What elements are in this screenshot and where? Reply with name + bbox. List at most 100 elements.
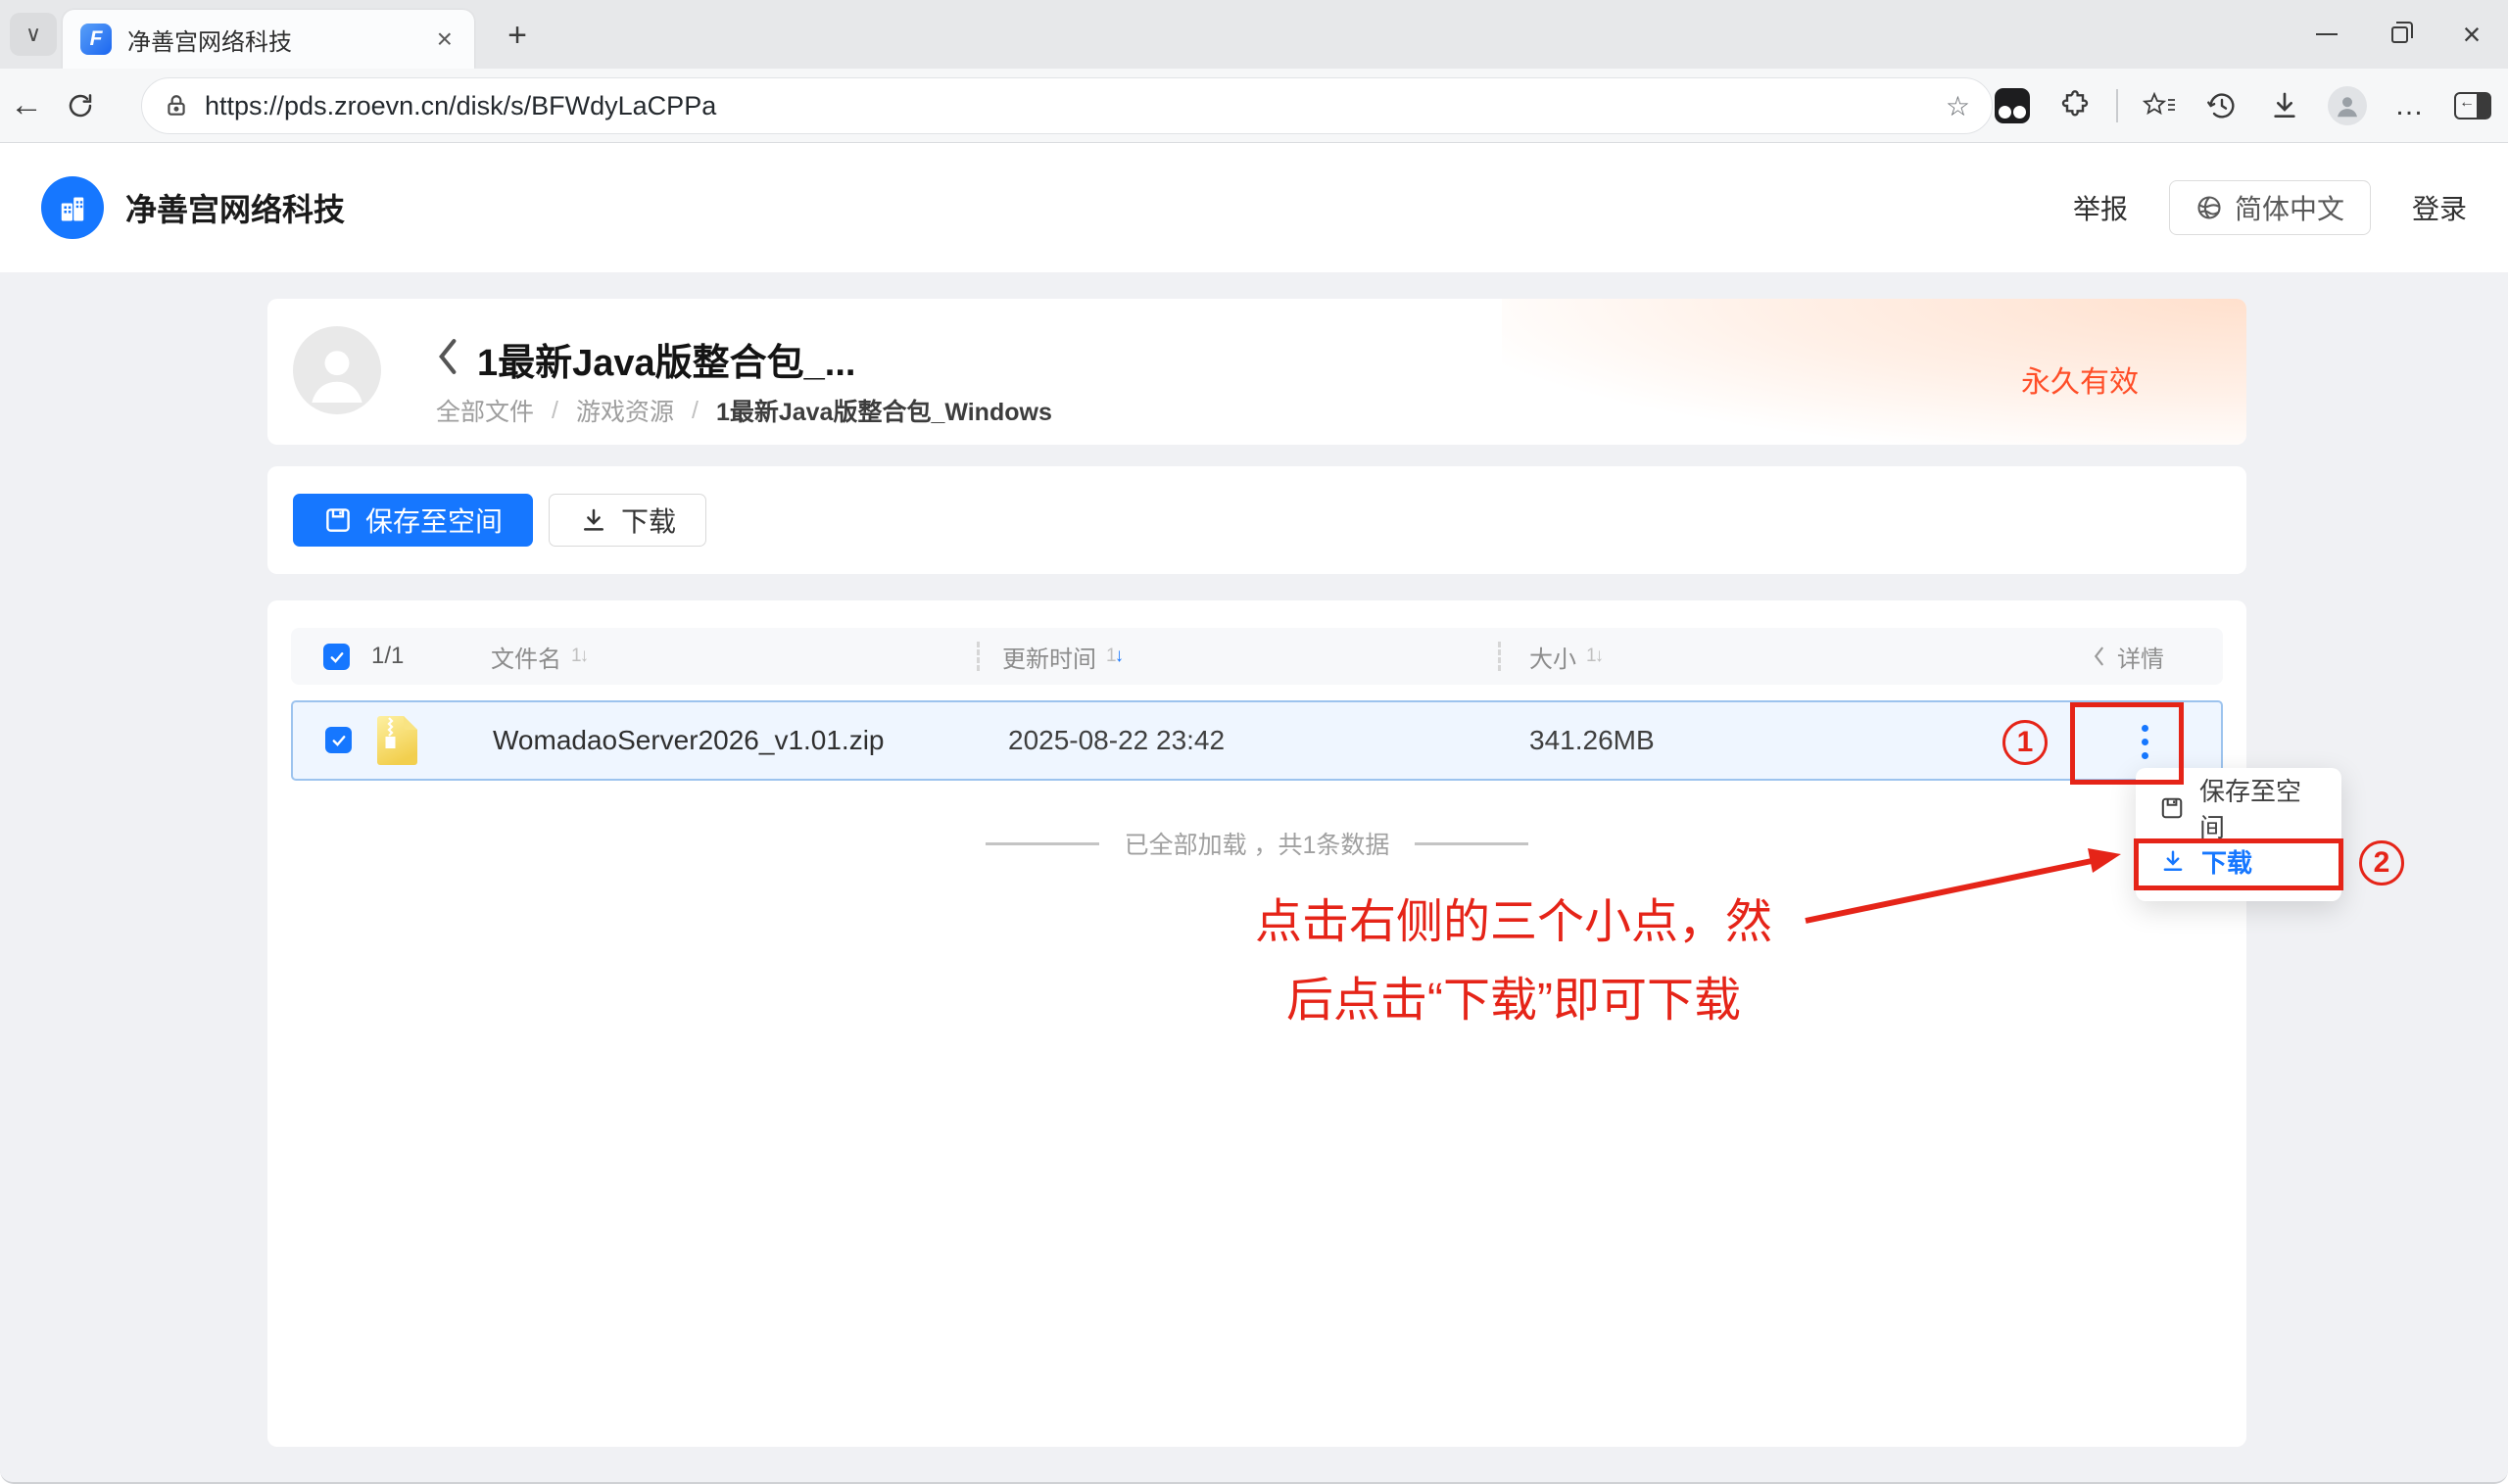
report-link[interactable]: 举报 bbox=[2073, 188, 2128, 227]
annotation-arrow bbox=[1788, 840, 2141, 938]
ellipsis-icon: … bbox=[2394, 89, 2426, 122]
language-button[interactable]: 简体中文 bbox=[2169, 180, 2371, 235]
new-tab-button[interactable]: + bbox=[496, 16, 539, 55]
browser-tab[interactable]: F 净善宫网络科技 × bbox=[63, 10, 474, 69]
breadcrumb-separator: / bbox=[692, 397, 699, 425]
check-icon bbox=[330, 732, 348, 749]
sidebar-toggle-button[interactable] bbox=[2445, 78, 2500, 133]
column-header-name[interactable]: 文件名 1↓ bbox=[491, 628, 587, 685]
breadcrumb: 全部文件 / 游戏资源 / 1最新Java版整合包_Windows bbox=[436, 393, 1052, 428]
tab-title: 净善宫网络科技 bbox=[127, 23, 433, 57]
breadcrumb-item-current: 1最新Java版整合包_Windows bbox=[716, 393, 1052, 428]
browser-window: ∨ F 净善宫网络科技 × + × ← https://pds.zroevn.c… bbox=[0, 0, 2508, 1484]
footer-dash bbox=[1415, 842, 1528, 845]
sort-icon[interactable]: 1↓ bbox=[1586, 646, 1602, 667]
close-button[interactable]: × bbox=[2436, 0, 2508, 69]
annotation-box-download bbox=[2134, 838, 2343, 890]
login-link[interactable]: 登录 bbox=[2412, 188, 2467, 227]
tab-close-icon[interactable]: × bbox=[433, 24, 457, 55]
download-button[interactable]: 下载 bbox=[549, 494, 706, 547]
share-title: 1最新Java版整合包_... bbox=[477, 332, 855, 386]
settings-more-button[interactable]: … bbox=[2383, 78, 2437, 133]
page-content: 净善宫网络科技 举报 简体中文 登录 1最新Java版整合包_. bbox=[0, 143, 2508, 1484]
history-clock-icon bbox=[2206, 90, 2238, 121]
site-header: 净善宫网络科技 举报 简体中文 登录 bbox=[0, 143, 2508, 272]
profile-button[interactable] bbox=[2320, 78, 2375, 133]
column-header-size[interactable]: 大小 1↓ bbox=[1529, 628, 1602, 685]
tab-search-button[interactable]: ∨ bbox=[10, 13, 57, 56]
detail-toggle[interactable]: 详情 bbox=[2092, 628, 2164, 685]
back-button[interactable]: ← bbox=[0, 86, 53, 124]
brand-name: 净善宫网络科技 bbox=[125, 185, 345, 230]
chevron-down-icon: ∨ bbox=[25, 22, 41, 47]
save-icon bbox=[2159, 794, 2185, 822]
select-all-checkbox[interactable] bbox=[323, 644, 350, 670]
annotation-line2: 后点击“下载”即可下载 bbox=[1166, 962, 1861, 1040]
minimize-icon bbox=[2316, 33, 2338, 35]
download-icon bbox=[579, 505, 608, 535]
column-header-updated[interactable]: 更新时间 1↓ bbox=[1002, 628, 1122, 685]
downloads-button[interactable] bbox=[2257, 78, 2312, 133]
url-text[interactable]: https://pds.zroevn.cn/disk/s/BFWdyLaCPPa bbox=[205, 91, 1946, 121]
sharer-avatar bbox=[293, 326, 381, 414]
lock-icon bbox=[164, 93, 189, 119]
file-size: 341.26MB bbox=[1529, 702, 1655, 779]
profile-avatar bbox=[2328, 86, 2367, 125]
share-banner: 1最新Java版整合包_... 全部文件 / 游戏资源 / 1最新Java版整合… bbox=[267, 299, 2246, 445]
building-icon bbox=[55, 190, 90, 225]
extension-shortcut-button[interactable] bbox=[1985, 78, 2040, 133]
annotation-box-more-actions bbox=[2070, 702, 2184, 785]
sort-icon-active[interactable]: 1↓ bbox=[1106, 646, 1122, 667]
breadcrumb-item-all-files[interactable]: 全部文件 bbox=[436, 393, 534, 428]
row-checkbox[interactable] bbox=[325, 727, 352, 753]
address-bar[interactable]: https://pds.zroevn.cn/disk/s/BFWdyLaCPPa… bbox=[141, 77, 1993, 134]
breadcrumb-item-game-resources[interactable]: 游戏资源 bbox=[576, 393, 674, 428]
bookmark-star-icon[interactable]: ☆ bbox=[1946, 90, 1970, 122]
footer-dash bbox=[986, 842, 1099, 845]
refresh-button[interactable] bbox=[53, 78, 108, 133]
zip-file-icon bbox=[375, 715, 418, 771]
file-updated: 2025-08-22 23:42 bbox=[1008, 702, 1225, 779]
save-to-space-label: 保存至空间 bbox=[365, 501, 503, 540]
language-label: 简体中文 bbox=[2235, 188, 2344, 227]
annotation-step2-badge: 2 bbox=[2359, 840, 2404, 886]
back-chevron-button[interactable] bbox=[436, 338, 459, 380]
tab-strip: ∨ F 净善宫网络科技 × + × bbox=[0, 0, 2508, 69]
action-toolbar: 保存至空间 下载 bbox=[267, 466, 2246, 574]
extensions-button[interactable] bbox=[2048, 78, 2102, 133]
refresh-icon bbox=[66, 91, 95, 120]
window-controls: × bbox=[2291, 0, 2508, 69]
chevron-left-icon bbox=[2092, 646, 2105, 667]
puzzle-icon bbox=[2059, 90, 2091, 121]
file-name[interactable]: WomadaoServer2026_v1.01.zip bbox=[493, 702, 885, 779]
annotation-step1-badge: 1 bbox=[2002, 720, 2048, 765]
browser-toolbar: ← https://pds.zroevn.cn/disk/s/BFWdyLaCP… bbox=[0, 69, 2508, 143]
minimize-button[interactable] bbox=[2291, 0, 2363, 69]
sort-icon[interactable]: 1↓ bbox=[571, 646, 587, 667]
adblock-extension-icon bbox=[1995, 88, 2030, 123]
menu-item-save-to-space[interactable]: 保存至空间 bbox=[2136, 782, 2341, 835]
save-icon bbox=[323, 505, 353, 535]
column-separator bbox=[977, 642, 980, 671]
loaded-all-text: 已全部加载 ，共1条数据 bbox=[1125, 826, 1390, 861]
sidebar-icon bbox=[2454, 92, 2491, 120]
column-separator bbox=[1498, 642, 1501, 671]
download-icon bbox=[2269, 90, 2300, 121]
table-row[interactable]: WomadaoServer2026_v1.01.zip 2025-08-22 2… bbox=[291, 700, 2223, 781]
chevron-left-icon bbox=[436, 338, 459, 375]
save-to-space-button[interactable]: 保存至空间 bbox=[293, 494, 533, 547]
breadcrumb-separator: / bbox=[552, 397, 558, 425]
toolbar-separator bbox=[2116, 89, 2118, 122]
selection-count: 1/1 bbox=[371, 628, 404, 685]
globe-icon bbox=[2195, 194, 2223, 221]
favorites-button[interactable] bbox=[2132, 78, 2187, 133]
restore-icon bbox=[2391, 26, 2408, 43]
check-icon bbox=[328, 648, 346, 666]
brand-logo bbox=[41, 176, 104, 239]
favorites-star-icon bbox=[2143, 91, 2176, 120]
history-button[interactable] bbox=[2194, 78, 2249, 133]
site-favicon-icon: F bbox=[80, 24, 112, 55]
header-right: 举报 简体中文 登录 bbox=[2073, 180, 2467, 235]
restore-button[interactable] bbox=[2363, 0, 2436, 69]
toolbar-right-icons: … bbox=[1985, 78, 2500, 133]
